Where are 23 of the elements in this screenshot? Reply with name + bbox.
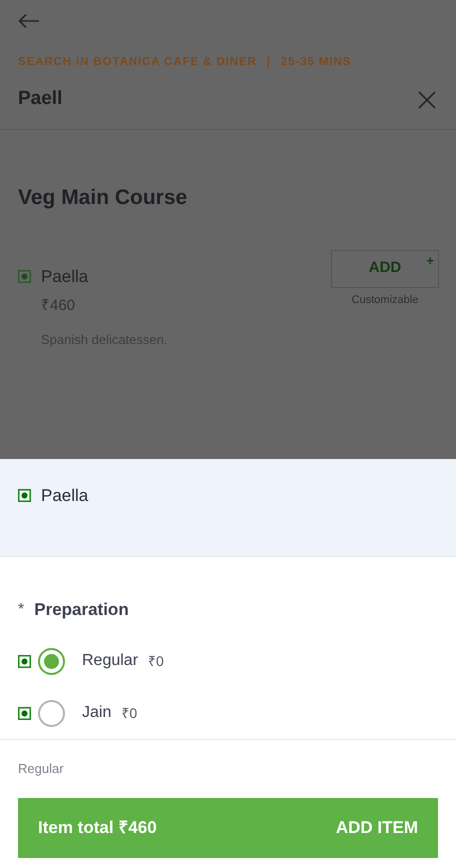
item-total-label: Item total ₹460 xyxy=(38,817,157,840)
eta-label: 25-35 MINS xyxy=(280,55,352,70)
required-mark: * xyxy=(18,600,24,620)
add-item-label: ADD ITEM xyxy=(336,817,418,840)
sheet-item-name: Paella xyxy=(41,485,88,507)
separator: | xyxy=(266,55,271,70)
option-price: ₹0 xyxy=(121,704,138,722)
option-price: ₹0 xyxy=(148,652,164,670)
item-name: Paella xyxy=(41,266,88,288)
plus-label: + xyxy=(426,252,434,270)
search-query[interactable]: Paell xyxy=(18,85,62,114)
selection-summary: Regular xyxy=(17,760,65,778)
restaurant-label: SEARCH IN BOTANICA CAFE & DINER xyxy=(18,55,257,70)
customizable-label: Customizable xyxy=(352,292,418,308)
radio-button[interactable] xyxy=(38,648,65,674)
add-button[interactable]: ADD + xyxy=(331,250,439,288)
group-title: Preparation xyxy=(34,599,129,621)
option-label: Regular xyxy=(82,651,138,671)
option-label: Jain xyxy=(82,703,112,723)
close-button[interactable] xyxy=(418,90,438,110)
radio-button[interactable] xyxy=(38,700,65,726)
add-item-button[interactable]: Item total ₹460 ADD ITEM xyxy=(18,798,438,858)
section-title: Veg Main Course xyxy=(17,185,188,211)
